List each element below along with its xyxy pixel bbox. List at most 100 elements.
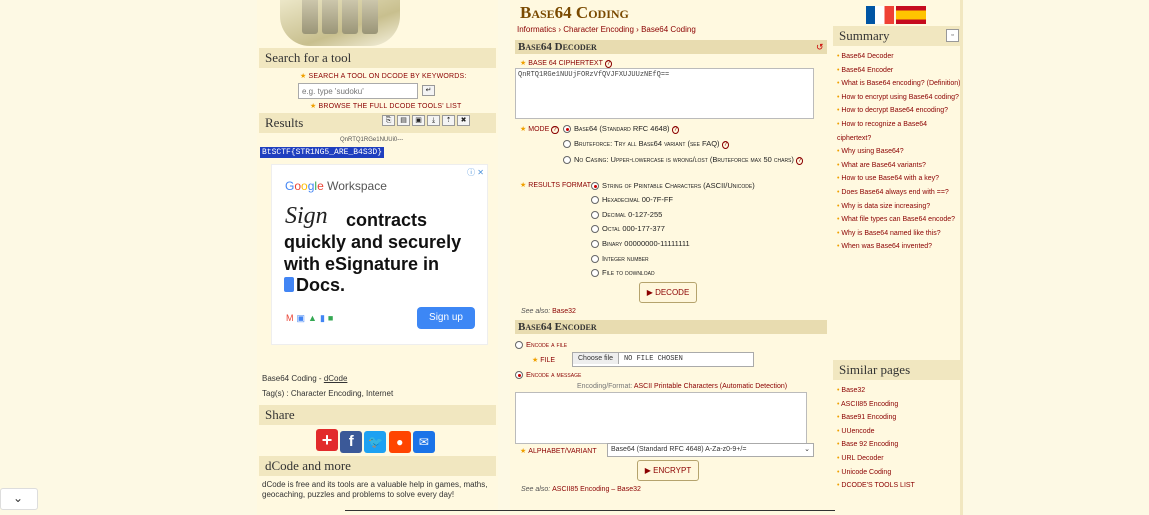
file-input[interactable]: Choose file NO FILE CHOSEN — [572, 352, 754, 367]
breadcrumb-base64[interactable]: Base64 Coding — [641, 25, 696, 34]
meta-line-1: Base64 Coding - dCode — [262, 374, 348, 383]
save-icon[interactable]: ▣ — [412, 115, 425, 126]
share-result-icon[interactable]: ▤ — [397, 115, 410, 126]
similar-page-item[interactable]: • URL Decoder — [837, 452, 961, 466]
encoding-format-value[interactable]: ASCII Printable Characters (Automatic De… — [634, 383, 787, 390]
choose-file-button[interactable]: Choose file — [573, 353, 620, 364]
format-decimal-radio[interactable]: Decimal 0-127-255 — [591, 210, 662, 220]
similar-pages-title: Similar pages — [833, 360, 960, 380]
summary-item[interactable]: • How to decrypt Base64 encoding? — [837, 104, 961, 118]
ad-app-icons: M▣▲▮■ — [286, 313, 337, 323]
results-line: QnRTQ1RGe1NUUi0--- — [340, 137, 404, 143]
breadcrumb: Informatics › Character Encoding › Base6… — [517, 25, 696, 34]
summary-item[interactable]: • How to recognize a Base64 ciphertext? — [837, 118, 961, 145]
mode-nocasing-radio[interactable]: No Casing: Upper-lowercase is wrong/lost… — [563, 153, 825, 168]
left-gutter — [0, 0, 257, 515]
ad-signup-button[interactable]: Sign up — [417, 307, 475, 329]
share-section-title: Share — [259, 405, 496, 425]
decode-button[interactable]: ▶ DECODE — [639, 282, 697, 303]
format-hex-radio[interactable]: Hexadecimal 00-7F-FF — [591, 195, 673, 205]
search-input[interactable] — [298, 83, 418, 99]
see-also-encoder: See also: ASCII85 Encoding – Base32 — [521, 486, 641, 493]
encode-message-radio[interactable]: Encode a message — [515, 370, 581, 380]
column-gap — [498, 0, 510, 515]
pin-icon[interactable]: ⇡ — [442, 115, 455, 126]
email-icon[interactable]: ✉ — [412, 431, 435, 453]
page-title: Base64 Coding — [520, 3, 629, 22]
alphabet-select[interactable]: Base64 (Standard RFC 4648) A-Za-z0-9+/= ⌄ — [607, 443, 814, 457]
results-toolbar: ⎘ ▤ ▣ ⤓ ⇡ ✖ — [380, 115, 470, 126]
see-also-base32-link[interactable]: Base32 — [552, 308, 576, 315]
reddit-icon[interactable]: ● — [388, 431, 411, 453]
ad-headline: contracts quickly and securely with eSig… — [284, 210, 462, 274]
collapse-widget[interactable]: ⌄ — [0, 488, 38, 510]
flag-fr-icon[interactable] — [866, 6, 894, 24]
similar-page-item[interactable]: • Base32 — [837, 384, 961, 398]
decoder-title: Base64 Decoder — [515, 40, 827, 54]
chevron-down-icon: ⌄ — [804, 446, 810, 453]
more-section-title: dCode and more — [259, 456, 496, 476]
breadcrumb-informatics[interactable]: Informatics — [517, 25, 556, 34]
summary-item[interactable]: • When was Base64 invented? — [837, 240, 961, 254]
similar-page-item[interactable]: • Unicode Coding — [837, 466, 961, 480]
flag-es-icon[interactable] — [896, 6, 926, 24]
summary-item[interactable]: • Base64 Encoder — [837, 64, 961, 78]
decoder-refresh-icon[interactable]: ↺ — [816, 42, 824, 53]
format-string-radio[interactable]: String of Printable Characters (ASCII/Un… — [591, 181, 755, 191]
summary-item[interactable]: • What is Base64 encoding? (Definition) — [837, 77, 961, 91]
share-icons: + f 🐦 ● ✉ — [316, 429, 435, 453]
summary-title: Summary — [833, 26, 960, 46]
encode-textarea[interactable] — [515, 392, 807, 444]
format-integer-radio[interactable]: Integer number — [591, 254, 649, 264]
cipher-textarea[interactable]: QnRTQ1RGe1NUUjFORzVfQVJFXUJUUzNEfQ== — [515, 68, 814, 119]
copy-icon[interactable]: ⎘ — [382, 115, 395, 126]
results-highlight[interactable]: BtSCTF{STR1NG5_ARE_B4S3D} — [260, 147, 385, 158]
ad-info-icon[interactable]: ⓘ ✕ — [467, 167, 484, 178]
encrypt-button[interactable]: ▶ ENCRYPT — [637, 460, 699, 481]
similar-page-item[interactable]: • Base 92 Encoding — [837, 438, 961, 452]
summary-item[interactable]: • Why using Base64? — [837, 145, 961, 159]
twitter-icon[interactable]: 🐦 — [364, 431, 387, 453]
see-also-links[interactable]: ASCII85 Encoding – Base32 — [552, 486, 641, 493]
summary-item[interactable]: • How to use Base64 with a key? — [837, 172, 961, 186]
bottom-scroll-line — [345, 510, 835, 511]
similar-page-item[interactable]: • ASCII85 Encoding — [837, 398, 961, 412]
addthis-icon[interactable]: + — [316, 429, 338, 451]
close-results-icon[interactable]: ✖ — [457, 115, 470, 126]
mode-bruteforce-radio[interactable]: Bruteforce: Try all Base64 variant (see … — [563, 139, 729, 149]
format-binary-radio[interactable]: Binary 00000000-11111111 — [591, 239, 690, 249]
search-submit-icon[interactable]: ↵ — [422, 85, 435, 96]
more-text: dCode is free and its tools are a valuab… — [262, 480, 488, 499]
summary-item[interactable]: • What are Base64 variants? — [837, 159, 961, 173]
similar-page-item[interactable]: • DCODE'S TOOLS LIST — [837, 479, 961, 493]
ad-docs: Docs. — [284, 275, 345, 296]
meta-tags: Tag(s) : Character Encoding, Internet — [262, 389, 394, 398]
help-icon: ? — [604, 60, 613, 68]
format-file-radio[interactable]: File to download — [591, 268, 655, 278]
dcode-link[interactable]: dCode — [324, 374, 348, 383]
help-icon: ? — [551, 126, 559, 134]
format-octal-radio[interactable]: Octal 000-177-377 — [591, 224, 665, 234]
mode-standard-radio[interactable]: Base64 (Standard RFC 4648) ? — [563, 124, 679, 134]
breadcrumb-character-encoding[interactable]: Character Encoding — [563, 25, 634, 34]
summary-item[interactable]: • How to encrypt using Base64 coding? — [837, 91, 961, 105]
docs-icon — [284, 277, 294, 292]
advertisement[interactable]: ⓘ ✕ Google Workspace Sign contracts quic… — [271, 164, 488, 345]
summary-item[interactable]: • What file types can Base64 encode? — [837, 213, 961, 227]
facebook-icon[interactable]: f — [340, 431, 363, 453]
cryptex-logo-image — [280, 0, 400, 46]
results-format-label: ★ Results format — [520, 182, 592, 189]
summary-collapse-icon[interactable]: ▫ — [946, 29, 959, 42]
summary-item[interactable]: • Base64 Decoder — [837, 50, 961, 64]
similar-page-item[interactable]: • Base91 Encoding — [837, 411, 961, 425]
file-label: ★ File — [532, 357, 556, 364]
summary-item[interactable]: • Why is Base64 named like this? — [837, 227, 961, 241]
browse-tools-link[interactable]: ★ Browse the full dCode tools' list — [310, 102, 462, 110]
download-icon[interactable]: ⤓ — [427, 115, 440, 126]
see-also-decoder: See also: Base32 — [521, 308, 576, 315]
summary-item[interactable]: • Does Base64 always end with ==? — [837, 186, 961, 200]
similar-page-item[interactable]: • UUencode — [837, 425, 961, 439]
summary-item[interactable]: • Why is data size increasing? — [837, 200, 961, 214]
chevron-down-icon: ⌄ — [13, 491, 24, 505]
encode-file-radio[interactable]: Encode a file — [515, 340, 567, 350]
